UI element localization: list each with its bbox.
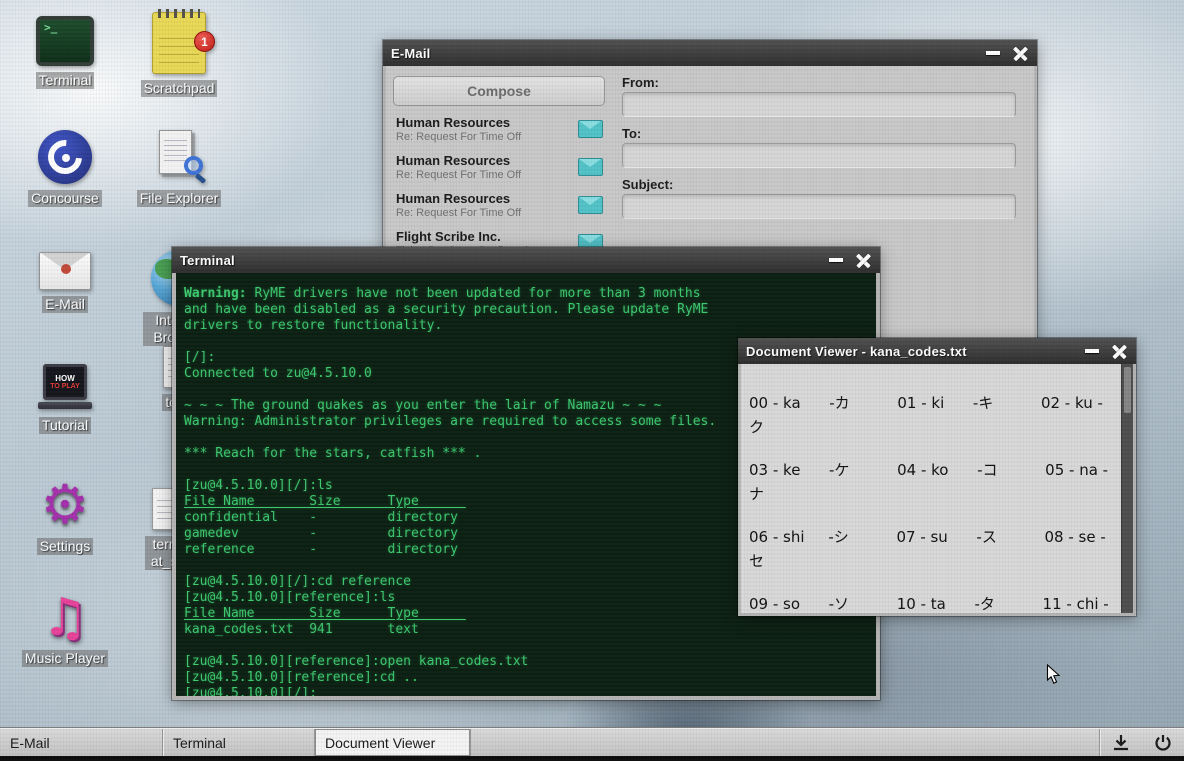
power-button[interactable] (1142, 729, 1184, 756)
from-label: From: (622, 75, 659, 90)
to-label: To: (622, 126, 641, 141)
doc-line: 06 - shi -シ 07 - su -ス 08 - se - (749, 525, 1115, 549)
subject-input[interactable] (622, 194, 1016, 219)
email-list-item[interactable]: Human Resources Re: Request For Time Off (393, 112, 605, 148)
email-subject: Re: Request For Time Off (396, 131, 575, 144)
icon-label: E-Mail (42, 296, 88, 313)
envelope-icon (578, 120, 603, 138)
desktop-icon-terminal[interactable]: >_ Terminal (20, 16, 110, 89)
email-window-titlebar[interactable]: E-Mail (383, 40, 1037, 66)
doc-text-group: 09 - so -ソ 10 - ta -タ 11 - chi - (749, 592, 1115, 613)
magnifier-icon (184, 156, 203, 175)
minimize-button[interactable] (829, 258, 843, 262)
notification-badge: 1 (194, 31, 215, 52)
close-button[interactable] (855, 252, 872, 269)
email-icon (39, 252, 91, 290)
email-sender: Flight Scribe Inc. (396, 229, 575, 245)
doc-text-group: 06 - shi -シ 07 - su -ス 08 - se - セ (749, 525, 1115, 573)
minimize-button[interactable] (1085, 349, 1099, 353)
email-list-item[interactable]: Human Resources Re: Request For Time Off (393, 150, 605, 186)
email-sender: Human Resources (396, 191, 575, 207)
desktop-icon-file-explorer[interactable]: File Explorer (134, 128, 224, 207)
taskbar-terminal-button[interactable]: Terminal (163, 729, 315, 756)
envelope-icon (578, 158, 603, 176)
download-icon (1110, 733, 1132, 753)
email-list: Human Resources Re: Request For Time Off… (393, 112, 605, 264)
email-window-title: E-Mail (391, 46, 430, 61)
scrollbar-thumb[interactable] (1124, 367, 1131, 413)
terminal-window-titlebar[interactable]: Terminal (172, 247, 880, 273)
taskbar: E-Mail Terminal Document Viewer (0, 728, 1184, 756)
desktop-icon-concourse[interactable]: Concourse (20, 130, 110, 207)
document-viewer-window: Document Viewer - kana_codes.txt 00 - ka… (738, 338, 1136, 616)
scratchpad-icon: 1 (152, 12, 206, 74)
concourse-icon (38, 130, 92, 184)
terminal-window-title: Terminal (180, 253, 235, 268)
icon-label: Concourse (28, 190, 102, 207)
terminal-icon: >_ (36, 16, 94, 66)
doc-text-group: 03 - ke -ケ 04 - ko -コ 05 - na - ナ (749, 458, 1115, 506)
music-note-icon (42, 592, 89, 644)
tutorial-icon: HOW TO PLAY (38, 364, 92, 411)
file-explorer-icon (152, 128, 206, 184)
terminal-line: [zu@4.5.10.0][reference]:open kana_codes… (184, 654, 868, 670)
email-subject: Re: Request For Time Off (396, 207, 575, 220)
doc-wrap-line: ナ (749, 482, 1115, 506)
desktop-icon-scratchpad[interactable]: 1 Scratchpad (134, 12, 224, 97)
doc-text-group: 00 - ka -カ 01 - ki -キ 02 - ku - ク (749, 391, 1115, 439)
desktop-icon-email[interactable]: E-Mail (20, 252, 110, 313)
close-button[interactable] (1012, 45, 1029, 62)
terminal-line: Warning: RyME drivers have not been upda… (184, 286, 868, 302)
compose-button[interactable]: Compose (393, 76, 605, 106)
terminal-line: drivers to restore functionality. (184, 318, 868, 334)
taskbar-document-viewer-button[interactable]: Document Viewer (315, 729, 471, 756)
close-button[interactable] (1111, 343, 1128, 360)
to-input[interactable] (622, 143, 1016, 168)
email-sender: Human Resources (396, 153, 575, 169)
download-button[interactable] (1100, 729, 1142, 756)
doc-wrap-line: ク (749, 415, 1115, 439)
terminal-line (184, 638, 868, 654)
doc-line: 00 - ka -カ 01 - ki -キ 02 - ku - (749, 391, 1115, 415)
icon-label: Settings (37, 538, 94, 555)
document-text[interactable]: 00 - ka -カ 01 - ki -キ 02 - ku - ク 03 - k… (741, 364, 1121, 613)
icon-label: File Explorer (137, 190, 222, 207)
terminal-line: and have been disabled as a security pre… (184, 302, 868, 318)
icon-label: Scratchpad (141, 80, 218, 97)
icon-label: Terminal (36, 72, 95, 89)
terminal-line: [zu@4.5.10.0][/]: (184, 686, 868, 696)
from-input[interactable] (622, 92, 1016, 117)
email-sender: Human Resources (396, 115, 575, 131)
doc-line: 03 - ke -ケ 04 - ko -コ 05 - na - (749, 458, 1115, 482)
document-viewer-titlebar[interactable]: Document Viewer - kana_codes.txt (738, 338, 1136, 364)
scrollbar[interactable] (1121, 364, 1133, 613)
subject-label: Subject: (622, 177, 673, 192)
icon-label: Music Player (22, 650, 108, 667)
gear-icon (41, 478, 89, 532)
minimize-button[interactable] (986, 51, 1000, 55)
terminal-line: [zu@4.5.10.0][reference]:cd .. (184, 670, 868, 686)
doc-line: 09 - so -ソ 10 - ta -タ 11 - chi - (749, 592, 1115, 613)
document-viewer-title: Document Viewer - kana_codes.txt (746, 344, 967, 359)
taskbar-email-button[interactable]: E-Mail (0, 729, 163, 756)
doc-wrap-line: セ (749, 549, 1115, 573)
screen-edge (0, 756, 1184, 761)
envelope-icon (578, 196, 603, 214)
mouse-cursor (1046, 664, 1061, 690)
desktop-icon-tutorial[interactable]: HOW TO PLAY Tutorial (20, 364, 110, 434)
email-list-item[interactable]: Human Resources Re: Request For Time Off (393, 188, 605, 224)
power-icon (1153, 733, 1173, 753)
desktop-icon-settings[interactable]: Settings (20, 478, 110, 555)
desktop: >_ Terminal 1 Scratchpad Concourse File … (0, 0, 1184, 761)
icon-label: Tutorial (39, 417, 91, 434)
desktop-icon-music-player[interactable]: Music Player (20, 592, 110, 667)
terminal-line: kana_codes.txt 941 text (184, 622, 868, 638)
document-viewer-body: 00 - ka -カ 01 - ki -キ 02 - ku - ク 03 - k… (741, 364, 1133, 613)
email-subject: Re: Request For Time Off (396, 169, 575, 182)
